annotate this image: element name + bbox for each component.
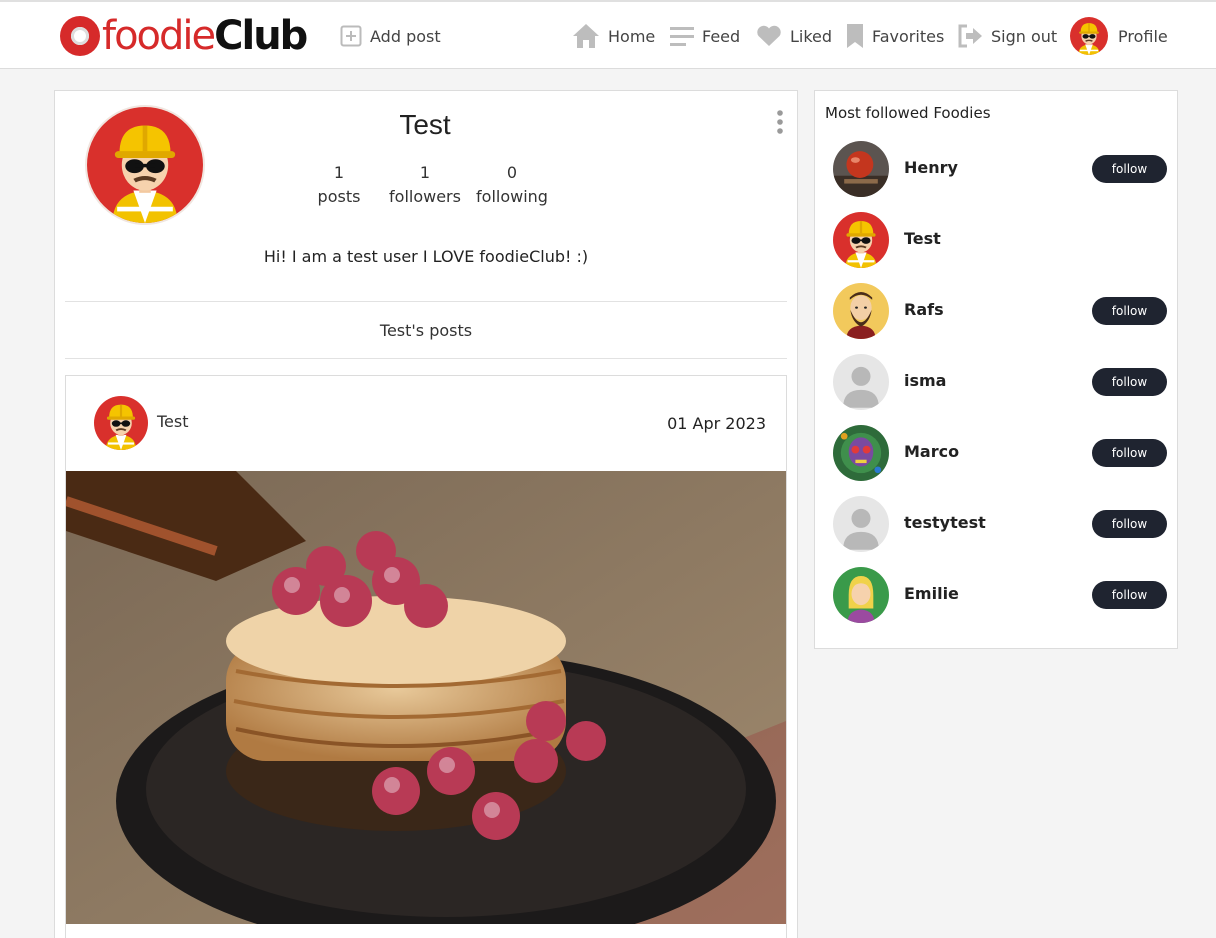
liked-link[interactable]: Liked [756, 20, 832, 52]
home-icon [573, 24, 599, 48]
foodie-item-testytest[interactable]: testytest follow [833, 496, 1167, 552]
divider [65, 358, 787, 359]
plate-logo-icon [60, 16, 100, 56]
foodie-avatar[interactable] [833, 283, 889, 339]
profile-link[interactable]: Profile [1070, 17, 1168, 55]
sidebar-title: Most followed Foodies [825, 104, 991, 122]
add-post-link[interactable]: Add post [340, 20, 441, 52]
foodie-item-marco[interactable]: Marco follow [833, 425, 1167, 481]
nav-profile-avatar [1070, 17, 1108, 55]
foodie-avatar[interactable] [833, 567, 889, 623]
following-count: 0 [506, 163, 518, 182]
follow-button[interactable]: follow [1092, 581, 1167, 609]
feed-label: Feed [702, 26, 741, 46]
liked-label: Liked [790, 26, 833, 46]
followers-label: followers [389, 187, 461, 206]
followers-stat[interactable]: 1 followers [380, 161, 470, 209]
foodie-name[interactable]: isma [904, 371, 946, 390]
posts-heading: Test's posts [379, 321, 473, 340]
follow-button[interactable]: follow [1092, 155, 1167, 183]
most-followed-sidebar: Most followed Foodies Henry follow Test … [814, 90, 1178, 649]
followers-count: 1 [419, 163, 431, 182]
follow-button[interactable]: follow [1092, 368, 1167, 396]
follow-button[interactable]: follow [1092, 297, 1167, 325]
post-card[interactable]: Test 01 Apr 2023 [65, 375, 787, 938]
home-link[interactable]: Home [572, 20, 655, 52]
foodie-name[interactable]: testytest [904, 513, 986, 532]
following-stat[interactable]: 0 following [467, 161, 557, 209]
post-author-name[interactable]: Test [157, 412, 189, 431]
logo-text-club: Club [214, 13, 308, 59]
posts-label: posts [317, 187, 361, 206]
sign-out-label: Sign out [991, 26, 1058, 46]
foodie-avatar[interactable] [833, 425, 889, 481]
foodieclub-logo[interactable]: foodie Club [60, 13, 308, 59]
foodie-avatar[interactable] [833, 141, 889, 197]
sign-out-link[interactable]: Sign out [957, 20, 1057, 52]
profile-card: Test 1 posts 1 followers 0 following Hi!… [54, 90, 798, 938]
heart-icon [757, 25, 781, 46]
post-image-pancakes[interactable] [66, 471, 786, 924]
more-options-icon[interactable] [773, 109, 787, 135]
feed-link[interactable]: Feed [670, 20, 740, 52]
foodie-name[interactable]: Marco [904, 442, 959, 461]
top-navbar: foodie Club Add post Home Feed Liked Fav… [0, 0, 1216, 69]
add-square-icon [340, 25, 362, 47]
favorites-label: Favorites [872, 26, 945, 46]
profile-bio: Hi! I am a test user I LOVE foodieClub! … [263, 247, 589, 266]
foodie-avatar[interactable] [833, 212, 889, 268]
list-icon [670, 27, 694, 46]
post-date: 01 Apr 2023 [667, 414, 766, 433]
follow-button[interactable]: follow [1092, 510, 1167, 538]
posts-count: 1 [333, 163, 345, 182]
add-post-label: Add post [370, 26, 441, 46]
profile-name: Test [399, 109, 451, 140]
foodie-avatar[interactable] [833, 496, 889, 552]
bookmark-icon [847, 24, 863, 48]
foodie-name[interactable]: Rafs [904, 300, 944, 319]
following-label: following [476, 187, 548, 206]
profile-label: Profile [1118, 26, 1168, 46]
foodie-avatar[interactable] [833, 354, 889, 410]
foodie-item-test[interactable]: Test [833, 212, 1167, 268]
foodie-item-rafs[interactable]: Rafs follow [833, 283, 1167, 339]
foodie-name[interactable]: Test [904, 229, 941, 248]
sign-out-icon [958, 24, 982, 48]
home-label: Home [608, 26, 656, 46]
foodie-item-emilie[interactable]: Emilie follow [833, 567, 1167, 623]
follow-button[interactable]: follow [1092, 439, 1167, 467]
foodie-name[interactable]: Emilie [904, 584, 959, 603]
posts-stat: 1 posts [294, 161, 384, 209]
divider [65, 301, 787, 302]
favorites-link[interactable]: Favorites [846, 20, 944, 52]
foodie-item-isma[interactable]: isma follow [833, 354, 1167, 410]
foodie-name[interactable]: Henry [904, 158, 958, 177]
foodie-item-henry[interactable]: Henry follow [833, 141, 1167, 197]
post-author-avatar[interactable] [94, 396, 148, 450]
profile-avatar [85, 105, 205, 225]
logo-text-foodie: foodie [102, 13, 216, 59]
